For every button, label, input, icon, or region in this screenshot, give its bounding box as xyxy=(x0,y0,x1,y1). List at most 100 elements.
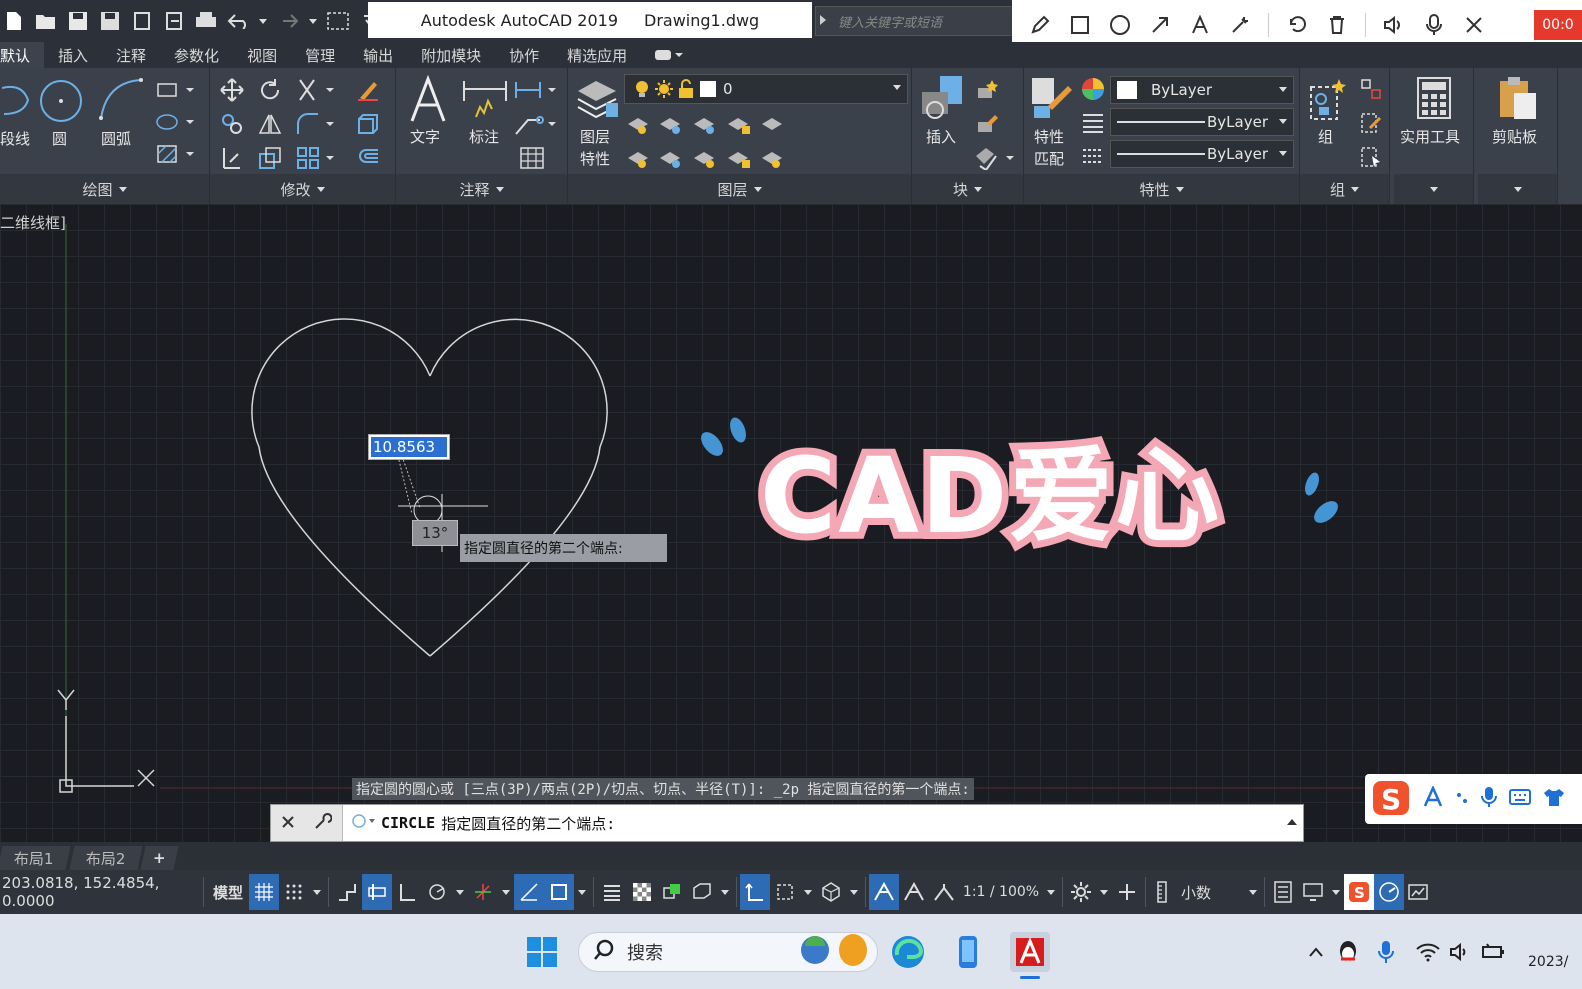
dimension-icon[interactable] xyxy=(462,76,508,122)
transparency-toggle-icon[interactable] xyxy=(627,874,657,910)
block-attributes-icon[interactable] xyxy=(974,144,1018,172)
layer-properties-icon[interactable] xyxy=(574,74,620,122)
isolate-objects-icon[interactable]: S xyxy=(1344,874,1374,910)
3d-snap-dropdown-icon[interactable] xyxy=(717,874,733,910)
group-edit-icon[interactable] xyxy=(1358,110,1384,136)
redo-icon[interactable] xyxy=(276,9,300,33)
text-icon[interactable] xyxy=(406,74,450,124)
snap-dropdown-icon[interactable] xyxy=(309,874,325,910)
microphone-icon[interactable] xyxy=(1422,13,1446,37)
layer-properties-label-2[interactable]: 特性 xyxy=(580,148,610,169)
ortho-toggle-icon[interactable] xyxy=(392,874,422,910)
lock-ui-icon[interactable] xyxy=(1298,874,1328,910)
hardware-acceleration-icon[interactable] xyxy=(1374,874,1404,910)
tab-view[interactable]: 视图 xyxy=(233,42,291,68)
linear-dim-icon[interactable] xyxy=(514,76,558,104)
layer-tools-row2-icon[interactable] xyxy=(624,144,784,170)
annotation-scale-icon[interactable] xyxy=(929,874,959,910)
tab-output[interactable]: 输出 xyxy=(349,42,407,68)
command-line[interactable]: CIRCLE 指定圆直径的第二个端点: xyxy=(270,804,1304,842)
magic-wand-icon[interactable] xyxy=(1228,13,1252,37)
tab-collaborate[interactable]: 协作 xyxy=(495,42,553,68)
group-icon[interactable] xyxy=(1306,76,1348,124)
units-icon[interactable] xyxy=(1149,874,1175,910)
lineweight-dropdown[interactable]: ByLayer xyxy=(1110,140,1294,168)
text-tool-icon[interactable] xyxy=(1188,13,1212,37)
text-label[interactable]: 文字 xyxy=(410,126,440,147)
export-icon[interactable] xyxy=(162,9,186,33)
start-button-icon[interactable] xyxy=(522,932,562,972)
close-icon[interactable] xyxy=(1462,13,1486,37)
hatch-icon[interactable] xyxy=(156,142,196,166)
linetype-dropdown[interactable]: ByLayer xyxy=(1110,108,1294,136)
copy-icon[interactable] xyxy=(218,110,246,138)
object-snap-icon[interactable] xyxy=(544,874,574,910)
match-properties-icon[interactable] xyxy=(1030,76,1074,122)
workspace-gear-icon[interactable] xyxy=(1066,874,1096,910)
leader-icon[interactable] xyxy=(514,110,558,138)
insert-block-icon[interactable] xyxy=(918,74,968,124)
layer-unlock-icon[interactable] xyxy=(675,78,697,100)
layer-dropdown[interactable]: 0 xyxy=(624,74,908,104)
taskbar-search-box[interactable]: 搜索 xyxy=(578,932,878,972)
tab-annotate[interactable]: 注释 xyxy=(102,42,160,68)
trash-icon[interactable] xyxy=(1325,13,1349,37)
rectangle-tool-icon[interactable] xyxy=(156,78,196,102)
polar-tracking-icon[interactable] xyxy=(422,874,452,910)
erase-icon[interactable] xyxy=(354,76,382,104)
undo-drawing-icon[interactable] xyxy=(1285,13,1309,37)
workspace-dropdown-icon[interactable] xyxy=(1096,874,1112,910)
panel-properties-footer[interactable]: 特性 xyxy=(1024,174,1299,204)
command-input[interactable]: CIRCLE 指定圆直径的第二个端点: xyxy=(343,813,615,834)
redo-dropdown-icon[interactable] xyxy=(308,9,318,33)
fillet-icon[interactable] xyxy=(296,110,336,138)
dimension-label[interactable]: 标注 xyxy=(469,126,499,147)
stretch-icon[interactable] xyxy=(218,144,246,172)
plot-icon[interactable] xyxy=(194,9,218,33)
dynamic-input-field[interactable]: 10.8563 xyxy=(368,434,450,460)
close-command-icon[interactable] xyxy=(281,814,295,833)
color-wheel-icon[interactable] xyxy=(1080,76,1106,102)
tab-layout2[interactable]: 布局2 xyxy=(68,846,142,870)
ungroup-icon[interactable] xyxy=(1358,76,1384,102)
annotation-scale-value[interactable]: 1:1 / 100% xyxy=(959,874,1043,910)
pen-icon[interactable] xyxy=(1028,13,1052,37)
sogou-logo-icon[interactable]: S xyxy=(1371,777,1411,821)
auto-scale-icon[interactable] xyxy=(899,874,929,910)
edge-browser-icon[interactable] xyxy=(888,932,928,972)
panel-modify-footer[interactable]: 修改 xyxy=(210,174,395,204)
isometric-icon[interactable] xyxy=(468,874,498,910)
panel-layers-footer[interactable]: 图层 xyxy=(568,174,911,204)
utilities-label[interactable]: 实用工具 xyxy=(1400,126,1460,147)
rectangle-icon[interactable] xyxy=(1068,13,1092,37)
ime-keyboard-icon[interactable] xyxy=(1509,789,1531,809)
selection-filter-icon[interactable] xyxy=(770,874,800,910)
polyline-label[interactable]: 段线 xyxy=(0,128,30,149)
ribbon-toggle-icon[interactable] xyxy=(641,42,697,68)
units-dropdown-icon[interactable] xyxy=(1245,874,1261,910)
trim-icon[interactable] xyxy=(296,76,336,104)
create-block-icon[interactable] xyxy=(974,76,1002,104)
speaker-icon[interactable] xyxy=(1382,13,1406,37)
table-icon[interactable] xyxy=(518,144,546,172)
layer-thaw-icon[interactable] xyxy=(653,78,675,100)
arrow-icon[interactable] xyxy=(1148,13,1172,37)
search-input[interactable]: 键入关键字或短语 xyxy=(815,6,1015,36)
edit-block-icon[interactable] xyxy=(974,110,1002,138)
ellipse-icon[interactable] xyxy=(1108,13,1132,37)
clipboard-label[interactable]: 剪贴板 xyxy=(1492,126,1537,147)
ime-punctuation-icon[interactable] xyxy=(1455,787,1469,811)
tab-layout1[interactable]: 布局1 xyxy=(0,846,71,870)
add-layout-button[interactable]: + xyxy=(140,846,179,870)
open-folder-icon[interactable] xyxy=(34,9,58,33)
qq-tray-icon[interactable] xyxy=(1328,932,1368,972)
clean-screen-icon[interactable] xyxy=(1404,874,1432,910)
taskbar-date[interactable]: 2023/ xyxy=(1528,954,1568,970)
linetype-icon[interactable] xyxy=(1080,144,1106,170)
rotate-icon[interactable] xyxy=(256,76,284,104)
ime-voice-icon[interactable] xyxy=(1481,786,1497,812)
undo-dropdown-icon[interactable] xyxy=(258,9,268,33)
drawing-canvas[interactable]: 二维线框] 10.8563 13° 指定圆直径的第二个端点: CAD爱心 指定圆… xyxy=(0,204,1582,842)
workspace-icon[interactable] xyxy=(326,9,350,33)
lineweight-toggle-icon[interactable] xyxy=(597,874,627,910)
